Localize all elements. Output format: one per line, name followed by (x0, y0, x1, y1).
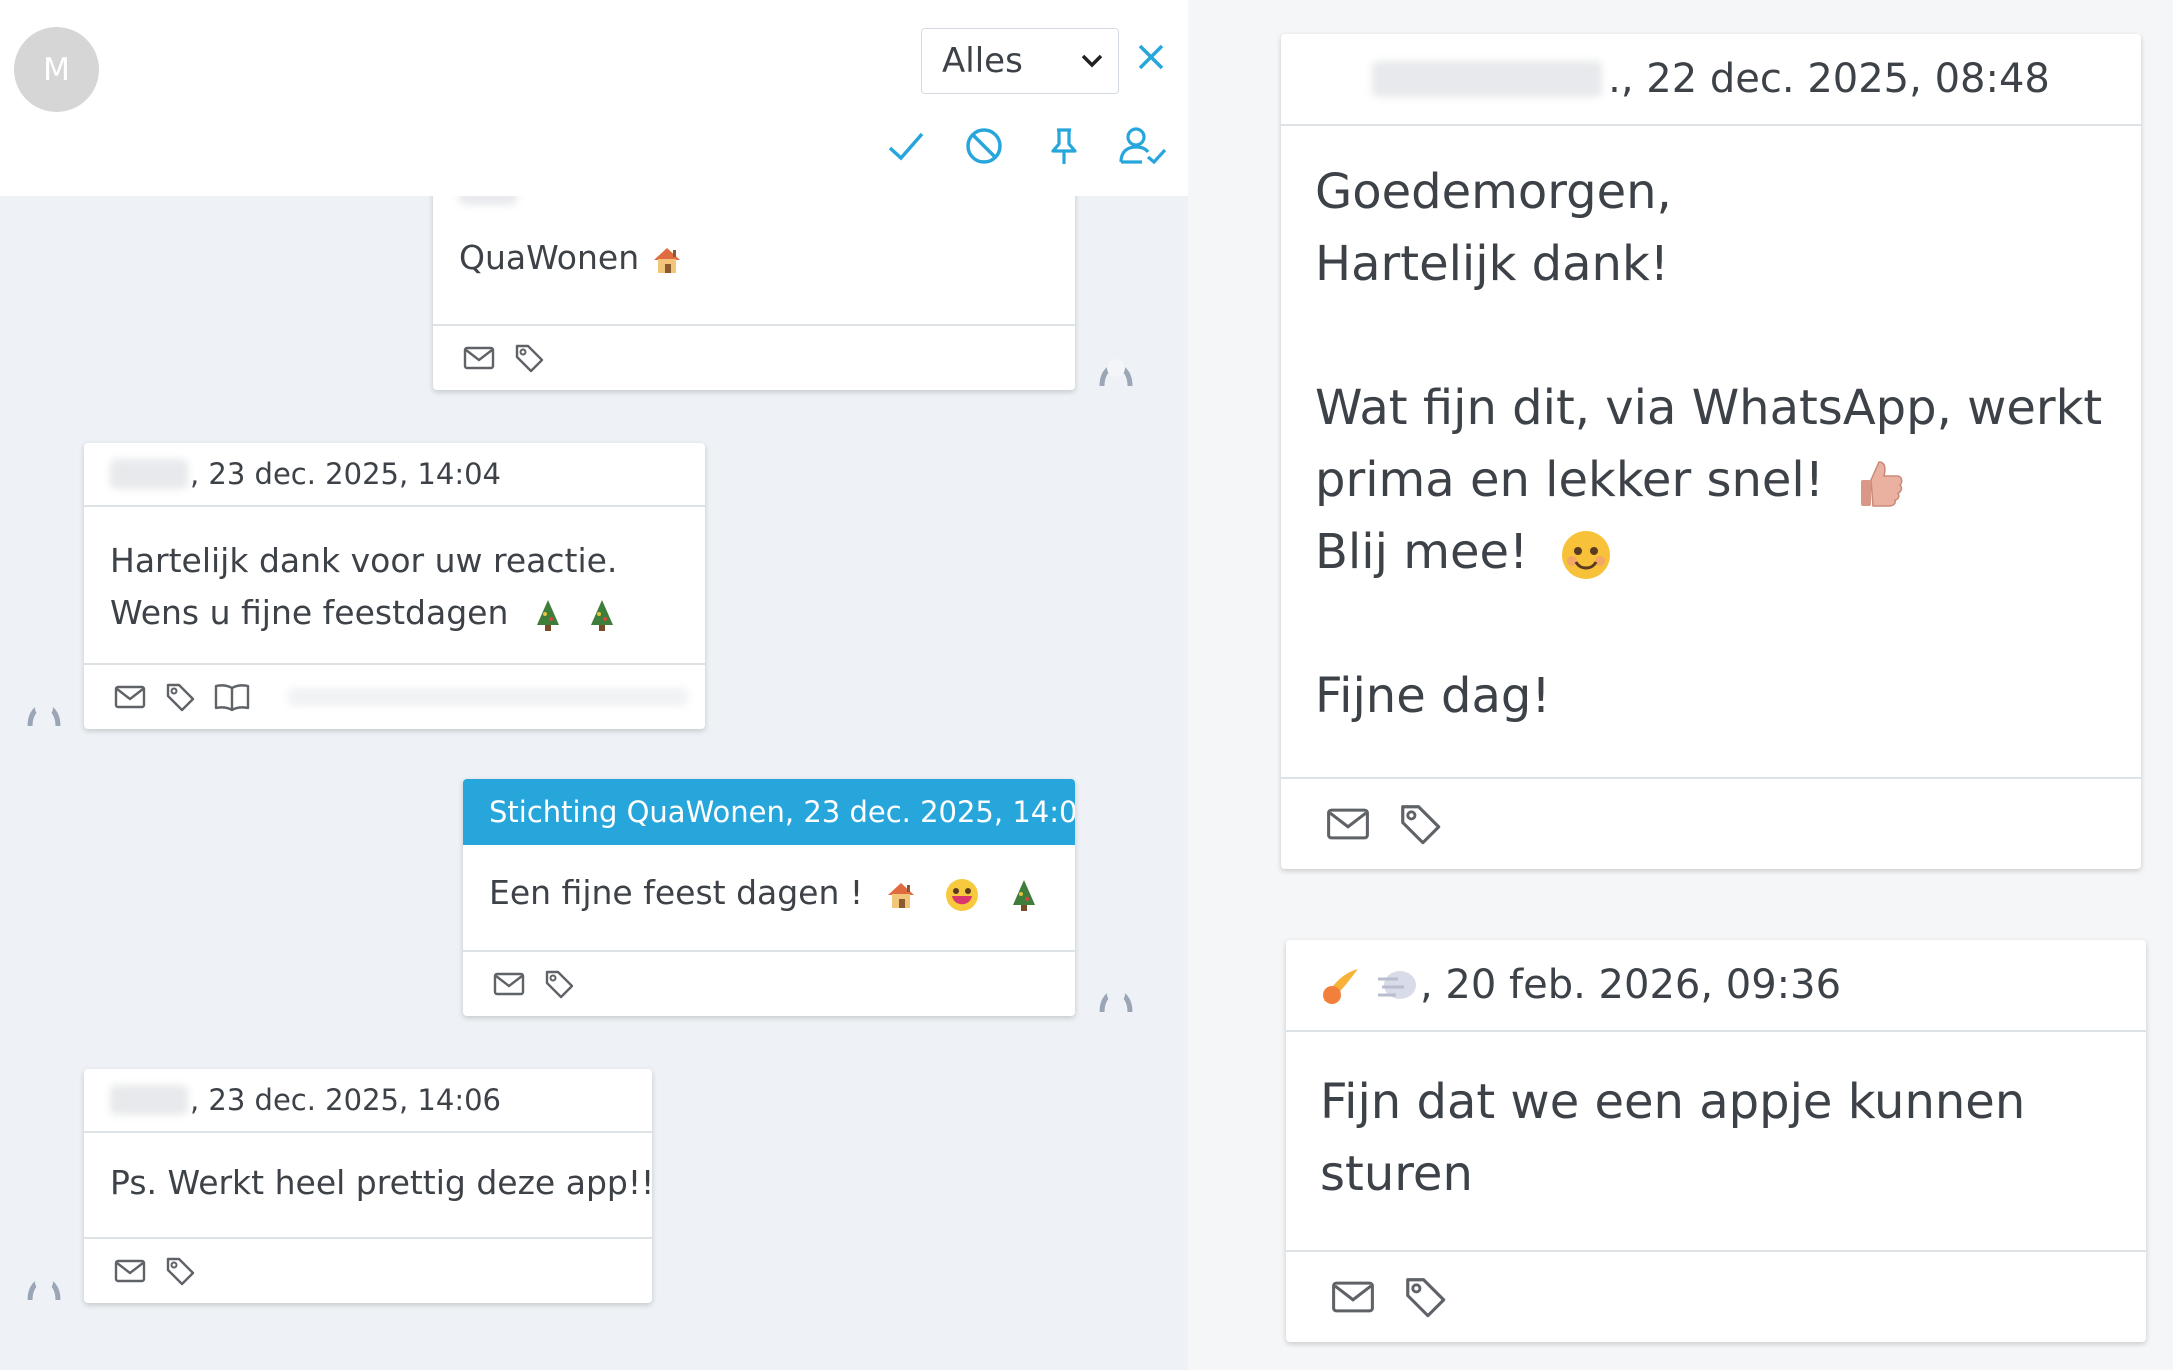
message-text-line (1315, 588, 2107, 660)
checkmark-icon[interactable] (884, 124, 928, 168)
message-card-enlarged: ., 22 dec. 2025, 08:48 Goedemorgen, Hart… (1281, 34, 2141, 869)
contact-avatar[interactable]: M (14, 27, 99, 112)
message-text-line: Hartelijk dank voor uw reactie. (110, 541, 618, 580)
message-text: QuaWonen (459, 238, 640, 277)
message-header: Stichting QuaWonen, 23 dec. 2025, 14:05 (463, 779, 1075, 845)
message-text-line: Wens u fijne feestdagen (110, 593, 509, 632)
message-card: , 23 dec. 2025, 14:06 Ps. Werkt heel pre… (84, 1069, 655, 1303)
email-icon[interactable] (1330, 1279, 1376, 1315)
message-header: , 23 dec. 2025, 14:06 (84, 1069, 652, 1133)
message-text-line: Fijne dag! (1315, 668, 1551, 724)
block-icon[interactable] (962, 124, 1006, 168)
grinning-face-emoji-icon (946, 878, 979, 911)
house-emoji-icon (653, 247, 680, 273)
message-timestamp: , 23 dec. 2025, 14:04 (190, 457, 501, 491)
chevron-down-icon (1081, 54, 1103, 68)
message-card-enlarged: , 20 feb. 2026, 09:36 Fijn dat we een ap… (1286, 940, 2146, 1342)
christmas-tree-emoji-icon (591, 599, 614, 631)
message-text-line: Blij mee! (1315, 524, 1529, 580)
smiling-face-emoji-icon (1561, 531, 1610, 579)
conversation-toolbar: M Alles (0, 0, 1188, 196)
redacted-name (110, 1085, 188, 1115)
email-icon[interactable] (493, 971, 525, 997)
christmas-tree-emoji-icon (1012, 879, 1035, 911)
message-text-line (1315, 300, 2107, 372)
sender-avatar-icon (27, 1273, 61, 1301)
message-text-line: sturen (1320, 1146, 1473, 1202)
tag-icon[interactable] (543, 968, 575, 1000)
message-text-line: Wat fijn dit, via WhatsApp, werkt (1315, 380, 2103, 436)
message-header: ., 22 dec. 2025, 08:48 (1281, 34, 2141, 126)
tag-icon[interactable] (164, 681, 196, 713)
wind-emoji-icon (1378, 971, 1416, 999)
message-text-line: Fijn dat we een appje kunnen (1320, 1074, 2026, 1130)
email-icon[interactable] (1325, 806, 1371, 842)
redacted-note (288, 688, 688, 706)
message-text-line: prima en lekker snel! (1315, 452, 1824, 508)
email-icon[interactable] (463, 345, 495, 371)
sender-avatar-icon (1099, 359, 1133, 387)
message-timestamp: , 20 feb. 2026, 09:36 (1420, 962, 1842, 1008)
comet-emoji-icon (1323, 969, 1358, 1004)
pin-icon[interactable] (1042, 124, 1086, 168)
sender-avatar-icon (27, 699, 61, 727)
message-filter-select[interactable]: Alles (921, 28, 1119, 94)
sender-avatar-icon (1099, 985, 1133, 1013)
message-card: , 23 dec. 2025, 14:04 Hartelijk dank voo… (84, 443, 705, 729)
assign-user-icon[interactable] (1118, 124, 1168, 168)
tag-icon[interactable] (1402, 1274, 1448, 1320)
filter-select-value: Alles (942, 41, 1023, 81)
tag-icon[interactable] (164, 1255, 196, 1287)
message-header: , 23 dec. 2025, 14:04 (84, 443, 705, 507)
message-text: Een fijne feest dagen ! (489, 873, 864, 912)
message-text: Ps. Werkt heel prettig deze app!! (110, 1163, 655, 1202)
close-icon[interactable] (1134, 40, 1168, 74)
message-sender-timestamp: Stichting QuaWonen, 23 dec. 2025, 14:05 (489, 795, 1075, 829)
email-icon[interactable] (114, 684, 146, 710)
conversation-pane: M Alles QuaWonen , 23 dec. 2025, 14:04 H… (0, 0, 1188, 1370)
message-timestamp: , 23 dec. 2025, 14:06 (190, 1083, 501, 1117)
tag-icon[interactable] (1397, 801, 1443, 847)
house-emoji-icon (887, 882, 914, 908)
message-card-outgoing: Stichting QuaWonen, 23 dec. 2025, 14:05 … (463, 779, 1075, 1016)
email-icon[interactable] (114, 1258, 146, 1284)
tag-icon[interactable] (513, 342, 545, 374)
zoomed-messages-pane: ., 22 dec. 2025, 08:48 Goedemorgen, Hart… (1188, 0, 2173, 1370)
book-icon[interactable] (214, 682, 250, 712)
message-header: , 20 feb. 2026, 09:36 (1286, 940, 2146, 1032)
christmas-tree-emoji-icon (536, 599, 559, 631)
message-text-line: Goedemorgen, (1315, 164, 1672, 220)
redacted-name (1372, 61, 1603, 97)
message-timestamp: ., 22 dec. 2025, 08:48 (1608, 56, 2050, 102)
redacted-name (110, 459, 188, 489)
message-text-line: Hartelijk dank! (1315, 236, 1669, 292)
thumbs-up-emoji-icon (1861, 461, 1903, 507)
